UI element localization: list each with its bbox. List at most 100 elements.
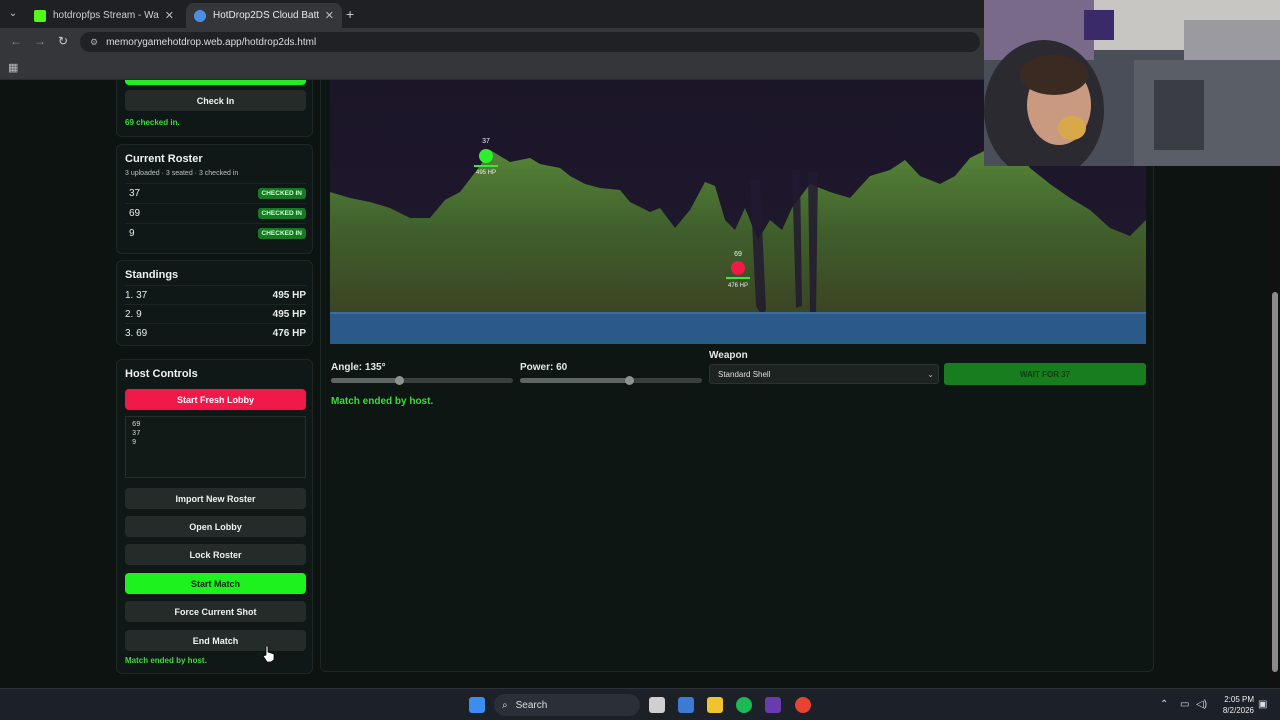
spotify-icon[interactable] [736, 697, 752, 713]
volume-icon[interactable]: ◁) [1196, 699, 1207, 710]
task-view-icon[interactable] [649, 697, 665, 713]
standing-hp: 476 HP [272, 327, 306, 339]
close-tab-icon[interactable]: ✕ [165, 9, 174, 22]
mouse-cursor-icon [263, 646, 275, 662]
status-badge: CHECKED IN [257, 208, 306, 219]
roster-row: 69 CHECKED IN [125, 203, 306, 223]
roster-title: Current Roster [125, 153, 203, 165]
back-icon[interactable]: ← [10, 34, 22, 48]
power-slider[interactable] [520, 375, 702, 385]
standings-row: 1. 37 495 HP [125, 285, 306, 304]
chevron-down-icon: ⌄ [927, 370, 934, 379]
taskbar-search[interactable]: ⌕ Search [494, 694, 640, 716]
apps-grid-icon[interactable]: ▦ [8, 61, 18, 74]
tab-title: HotDrop2DS Cloud Battle [213, 10, 319, 21]
standings-panel: Standings 1. 37 495 HP 2. 9 495 HP 3. 69… [116, 260, 313, 346]
page-scrollbar[interactable] [1270, 80, 1280, 688]
slider-fill [331, 378, 400, 383]
roster-name: 69 [129, 208, 141, 219]
game-status: Match ended by host. [331, 396, 434, 407]
page-content: Check In 69 checked in. Current Roster 3… [0, 80, 1280, 688]
kick-favicon-icon [34, 9, 46, 22]
clock-time: 2:05 PM [1224, 695, 1254, 704]
water-surface [330, 312, 1146, 314]
tab-hotdrop-battle[interactable]: HotDrop2DS Cloud Battle ✕ [186, 3, 342, 28]
notification-icon[interactable]: ▣ [1258, 699, 1267, 710]
scrollbar-thumb[interactable] [1272, 292, 1278, 672]
lock-roster-button[interactable]: Lock Roster [125, 544, 306, 565]
file-explorer-icon[interactable] [707, 697, 723, 713]
check-in-button[interactable]: Check In [125, 90, 306, 111]
angle-slider[interactable] [331, 375, 513, 385]
host-status: Match ended by host. [125, 656, 207, 665]
angle-label: Angle: 135° [331, 362, 386, 373]
end-match-button[interactable]: End Match [125, 630, 306, 651]
force-shot-button[interactable]: Force Current Shot [125, 601, 306, 622]
chevron-up-icon[interactable]: ⌃ [1160, 699, 1168, 710]
taskbar-search-label: Search [515, 699, 548, 711]
start-match-button[interactable]: Start Match [125, 573, 306, 594]
standing-hp: 495 HP [272, 289, 306, 301]
angle-slider-knob[interactable] [394, 375, 404, 385]
close-tab-icon[interactable]: ✕ [325, 9, 334, 22]
roster-row: 37 CHECKED IN [125, 183, 306, 203]
webcam-overlay [984, 0, 1280, 166]
player-37-tank [479, 149, 493, 163]
notepad-icon[interactable] [678, 697, 694, 713]
standing-name: 1. 37 [125, 289, 148, 301]
network-icon[interactable]: ▭ [1180, 699, 1189, 710]
status-badge: CHECKED IN [257, 188, 306, 199]
forward-icon[interactable]: → [34, 34, 46, 48]
player-37-hp-bar [474, 165, 498, 167]
weapon-label: Weapon [709, 350, 748, 361]
status-badge: CHECKED IN [257, 228, 306, 239]
standing-name: 2. 9 [125, 308, 142, 320]
start-fresh-lobby-button[interactable]: Start Fresh Lobby [125, 389, 306, 410]
webcam-feed [984, 0, 1280, 166]
site-info-icon[interactable]: ⚙ [90, 37, 98, 48]
address-bar[interactable]: ⚙ memorygamehotdrop.web.app/hotdrop2ds.h… [80, 32, 980, 52]
fire-wait-button[interactable]: WAIT FOR 37 [944, 363, 1146, 385]
roster-name: 37 [129, 188, 141, 199]
tab-kick-stream[interactable]: hotdropfps Stream - Watch Live ✕ [26, 3, 182, 28]
checkin-bar [125, 80, 306, 85]
new-tab-icon[interactable]: + [346, 5, 360, 23]
checkin-status: 69 checked in. [125, 118, 180, 127]
player-69-tank [731, 261, 745, 275]
roster-panel: Current Roster 3 uploaded · 3 seated · 3… [116, 144, 313, 254]
player-69-hp-bar [726, 277, 750, 279]
clock[interactable]: 2:05 PM 8/2/2026 [1212, 694, 1254, 716]
import-roster-button[interactable]: Import New Roster [125, 488, 306, 509]
open-lobby-button[interactable]: Open Lobby [125, 516, 306, 537]
player-69-label: 69 [734, 251, 742, 258]
water [330, 312, 1146, 344]
windows-taskbar: ⌕ Search ⌃ ▭ ◁) 2:05 PM 8/2/2026 ▣ [0, 688, 1280, 720]
hud-fx-icon[interactable] [765, 697, 781, 713]
checkin-panel: Check In 69 checked in. [116, 80, 313, 137]
url-text: memorygamehotdrop.web.app/hotdrop2ds.htm… [106, 36, 317, 48]
clock-date: 8/2/2026 [1222, 706, 1254, 715]
player-69-hp: 476 HP [728, 283, 748, 289]
weapon-selected: Standard Shell [718, 369, 771, 379]
standing-hp: 495 HP [272, 308, 306, 320]
roster-input[interactable] [125, 416, 306, 478]
site-favicon-icon [194, 9, 206, 22]
host-controls-panel: Host Controls Start Fresh Lobby Import N… [116, 359, 313, 674]
host-controls-title: Host Controls [125, 368, 198, 380]
power-slider-knob[interactable] [624, 375, 634, 385]
standings-title: Standings [125, 269, 179, 281]
reload-icon[interactable]: ↻ [58, 34, 68, 48]
standings-row: 2. 9 495 HP [125, 304, 306, 323]
player-37-hp: 495 HP [476, 170, 496, 176]
standing-name: 3. 69 [125, 327, 148, 339]
search-icon: ⌕ [502, 699, 508, 711]
start-icon[interactable] [469, 697, 485, 713]
roster-summary: 3 uploaded · 3 seated · 3 checked in [125, 170, 239, 177]
chrome-icon[interactable] [795, 697, 811, 713]
roster-row: 9 CHECKED IN [125, 223, 306, 243]
standings-row: 3. 69 476 HP [125, 323, 306, 342]
tab-search-icon[interactable]: ⌄ [4, 5, 22, 23]
slider-fill [520, 378, 630, 383]
tab-title: hotdropfps Stream - Watch Live [53, 10, 159, 21]
weapon-select[interactable]: Standard Shell ⌄ [709, 364, 939, 384]
